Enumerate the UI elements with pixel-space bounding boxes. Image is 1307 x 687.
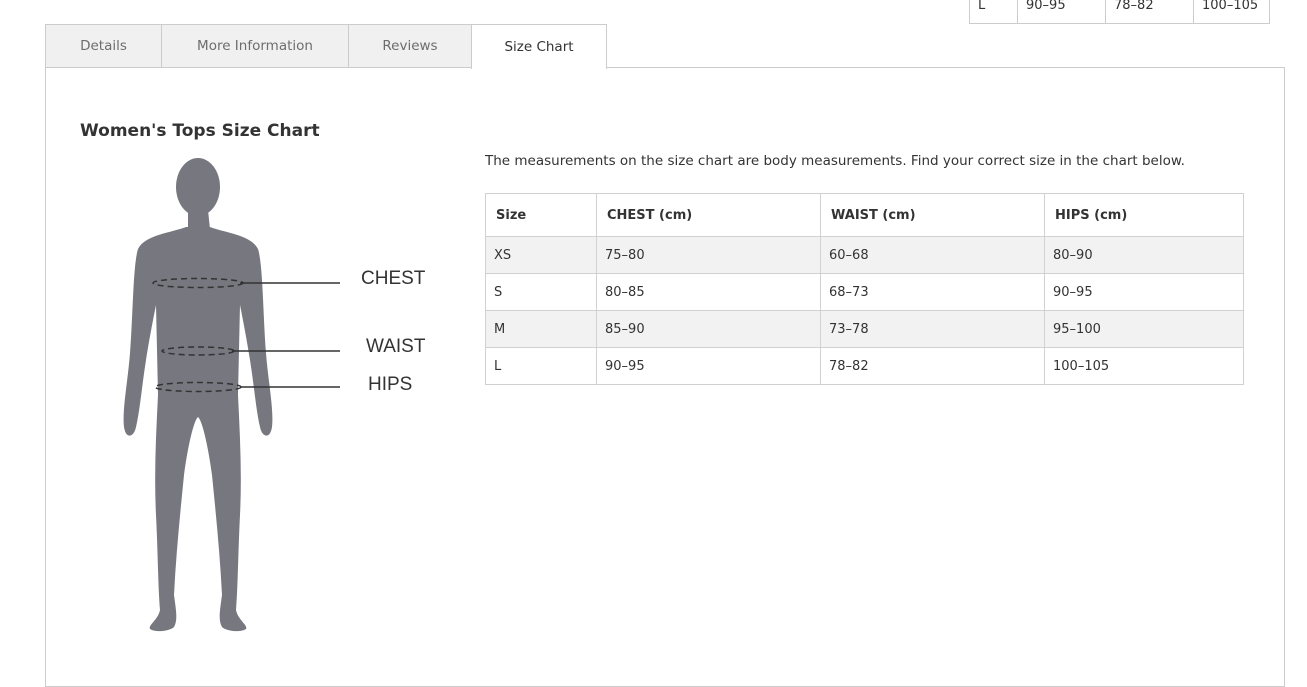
table-cell: 90–95 [1017,0,1106,24]
tab-size-chart[interactable]: Size Chart [471,24,607,69]
table-cell: 80–85 [596,273,821,311]
table-cell: 90–95 [596,347,821,385]
size-chart-intro: The measurements on the size chart are b… [485,153,1185,169]
size-chart-table: Size CHEST (cm) WAIST (cm) HIPS (cm) XS … [485,193,1244,385]
table-cell: S [485,273,597,311]
table-row: L 90–95 78–82 100–105 [485,347,1244,385]
table-cell: 85–90 [596,310,821,348]
table-cell: M [485,310,597,348]
body-silhouette [123,158,273,632]
table-header-row: Size CHEST (cm) WAIST (cm) HIPS (cm) [485,193,1244,237]
chest-label: CHEST [361,268,426,289]
table-row: M 85–90 73–78 95–100 [485,310,1244,348]
table-cell: 90–95 [1044,273,1244,311]
column-header-waist: WAIST (cm) [820,193,1045,237]
table-cell: L [485,347,597,385]
table-cell: 95–100 [1044,310,1244,348]
table-cell: 78–82 [1105,0,1194,24]
table-row: L 90–95 78–82 100–105 [969,0,1270,24]
top-size-table-fragment: L 90–95 78–82 100–105 [969,0,1270,24]
product-tabs: Details More Information Reviews Size Ch… [45,24,607,69]
tab-reviews[interactable]: Reviews [348,24,471,68]
table-cell: 78–82 [820,347,1045,385]
column-header-size: Size [485,193,597,237]
table-cell: 73–78 [820,310,1045,348]
body-measurement-figure: CHEST WAIST HIPS [123,158,426,632]
table-cell: 80–90 [1044,236,1244,274]
tab-details[interactable]: Details [45,24,161,68]
table-cell: L [969,0,1018,24]
waist-label: WAIST [366,336,426,357]
column-header-chest: CHEST (cm) [596,193,821,237]
table-row: XS 75–80 60–68 80–90 [485,236,1244,274]
tab-more-information[interactable]: More Information [161,24,348,68]
table-cell: 75–80 [596,236,821,274]
table-row: S 80–85 68–73 90–95 [485,273,1244,311]
table-cell: 68–73 [820,273,1045,311]
hips-label: HIPS [368,374,412,395]
size-chart-title: Women's Tops Size Chart [80,121,320,141]
table-cell: XS [485,236,597,274]
table-cell: 100–105 [1193,0,1270,24]
table-cell: 60–68 [820,236,1045,274]
column-header-hips: HIPS (cm) [1044,193,1244,237]
table-cell: 100–105 [1044,347,1244,385]
